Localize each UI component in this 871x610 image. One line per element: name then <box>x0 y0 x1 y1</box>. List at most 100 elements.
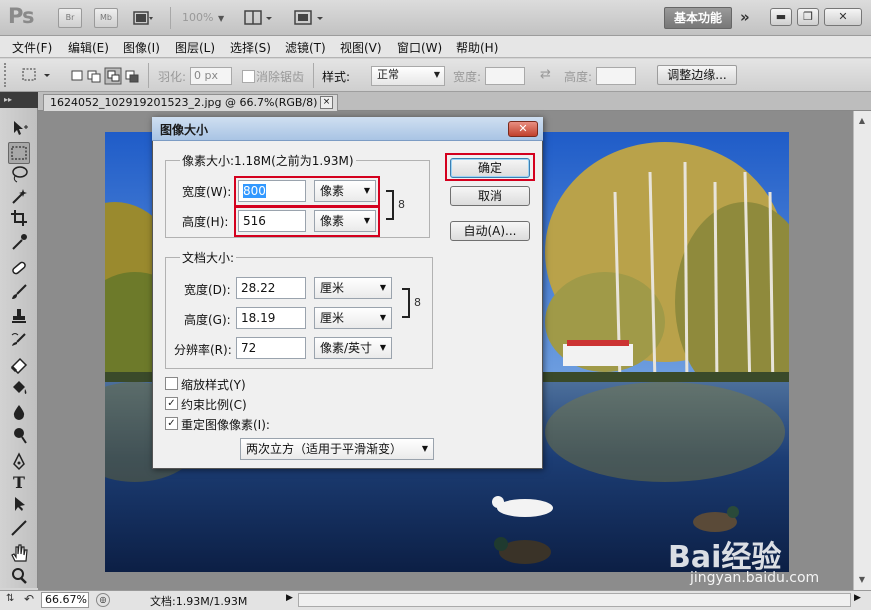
vertical-scrollbar[interactable] <box>853 111 871 590</box>
selection-mode-group[interactable] <box>70 66 142 89</box>
style-select[interactable]: 正常 ▼ <box>371 66 445 86</box>
pixel-width-unit-select[interactable]: 像素 ▼ <box>314 180 376 202</box>
doc-height-input[interactable]: 18.19 <box>236 307 306 329</box>
rectangular-marquee-tool[interactable] <box>8 142 30 164</box>
bridge-button[interactable]: Br <box>58 8 82 28</box>
clone-stamp-tool[interactable] <box>8 306 30 328</box>
antialias-checkbox[interactable] <box>242 70 255 83</box>
blur-drop-icon <box>13 405 25 420</box>
doc-width-unit-select[interactable]: 厘米 ▼ <box>314 277 392 299</box>
scale-styles-checkbox[interactable] <box>165 377 178 390</box>
menu-filter[interactable]: 滤镜(T) <box>285 39 326 56</box>
line-tool[interactable] <box>8 518 30 540</box>
screen-mode-button[interactable] <box>294 9 326 30</box>
swap-icon[interactable]: ⇄ <box>540 67 551 82</box>
workspace-button[interactable]: 基本功能 <box>664 7 732 29</box>
eraser-tool[interactable] <box>8 354 30 376</box>
crop-tool[interactable] <box>8 208 30 230</box>
type-tool[interactable]: T <box>8 472 30 494</box>
feather-input[interactable]: 0 px <box>190 67 232 85</box>
lasso-tool[interactable] <box>8 164 30 186</box>
menu-layer[interactable]: 图层(L) <box>175 39 215 56</box>
horizontal-scrollbar[interactable] <box>298 593 851 607</box>
arrange-documents-button[interactable] <box>244 9 274 30</box>
move-tool[interactable] <box>8 118 30 140</box>
zoom-field[interactable]: 66.67% <box>41 592 89 608</box>
hand-tool[interactable] <box>8 544 30 566</box>
refine-edge-button[interactable]: 调整边缘... <box>657 65 737 85</box>
pen-tool[interactable] <box>8 452 30 474</box>
minibridge-button[interactable]: Mb <box>94 8 118 28</box>
ok-button[interactable]: 确定 <box>450 158 530 178</box>
height-input[interactable] <box>596 67 636 85</box>
history-brush-tool[interactable] <box>8 330 30 352</box>
resample-method-select[interactable]: 两次立方（适用于平滑渐变） ▼ <box>240 438 434 460</box>
close-window-button[interactable]: ✕ <box>824 8 862 26</box>
menu-edit[interactable]: 编辑(E) <box>68 39 109 56</box>
view-extras-button[interactable] <box>132 9 154 27</box>
zoom-level[interactable]: 100% <box>182 11 213 24</box>
bandage-icon <box>12 261 26 275</box>
menu-window[interactable]: 窗口(W) <box>397 39 442 56</box>
eyedropper-tool[interactable] <box>8 232 30 254</box>
minimize-button[interactable]: ▬ <box>770 8 792 26</box>
menu-file[interactable]: 文件(F) <box>12 39 52 56</box>
undo-icon[interactable]: ↶ <box>24 592 34 606</box>
maximize-button[interactable]: ❐ <box>797 8 819 26</box>
chevron-down-icon: ▼ <box>379 313 386 322</box>
tool-preset-picker[interactable] <box>20 66 56 87</box>
screen-mode-icon <box>294 10 323 25</box>
rotate-view-icon[interactable]: ⇅ <box>6 593 14 604</box>
scroll-up-arrow[interactable]: ▲ <box>855 114 869 128</box>
minimize-icon: ▬ <box>775 10 787 23</box>
status-menu-arrow[interactable]: ▶ <box>286 593 293 603</box>
magnifier-icon <box>12 568 27 584</box>
toolbox-collapse-bar[interactable]: ▸▸ <box>0 92 38 108</box>
blur-tool[interactable] <box>8 402 30 424</box>
auto-button[interactable]: 自动(A)... <box>450 221 530 241</box>
quick-selection-tool[interactable] <box>8 186 30 208</box>
chevron-down-icon[interactable]: ▼ <box>218 14 224 23</box>
status-info-icon[interactable]: ◎ <box>96 593 110 607</box>
scroll-down-arrow[interactable]: ▼ <box>855 573 869 587</box>
paint-bucket-tool[interactable] <box>8 378 30 400</box>
dialog-title-bar[interactable] <box>152 117 543 141</box>
resolution-input[interactable]: 72 <box>236 337 306 359</box>
menu-view[interactable]: 视图(V) <box>340 39 382 56</box>
cancel-button[interactable]: 取消 <box>450 186 530 206</box>
tab-close-button[interactable]: × <box>320 96 333 109</box>
scroll-right-arrow[interactable]: ▶ <box>854 593 861 603</box>
hand-icon <box>11 544 28 562</box>
zoom-tool[interactable] <box>8 566 30 588</box>
brush-tool[interactable] <box>8 282 30 304</box>
menu-help[interactable]: 帮助(H) <box>456 39 498 56</box>
spot-healing-tool[interactable] <box>8 258 30 280</box>
more-workspaces-button[interactable]: » <box>740 8 750 26</box>
doc-height-unit-select[interactable]: 厘米 ▼ <box>314 307 392 329</box>
pixel-width-label: 宽度(W): <box>182 185 232 199</box>
document-info[interactable]: 文档:1.93M/1.93M <box>150 593 247 609</box>
dodge-tool[interactable] <box>8 426 30 448</box>
width-label: 宽度: <box>453 70 482 84</box>
pixel-height-unit-select[interactable]: 像素 ▼ <box>314 210 376 232</box>
stamp-icon <box>12 309 26 323</box>
eyedropper-icon <box>12 234 27 250</box>
pixel-height-input[interactable]: 516 <box>238 210 306 232</box>
film-icon <box>133 11 153 25</box>
close-icon: ✕ <box>838 10 848 23</box>
pixel-width-input[interactable]: 800 <box>238 180 306 202</box>
document-tab[interactable]: 1624052_102919201523_2.jpg @ 66.7%(RGB/8… <box>43 94 338 112</box>
doc-width-input[interactable]: 28.22 <box>236 277 306 299</box>
doc-constrain-bracket <box>402 288 410 318</box>
menu-select[interactable]: 选择(S) <box>230 39 271 56</box>
constrain-proportions-checkbox[interactable]: ✓ <box>165 397 178 410</box>
path-selection-tool[interactable] <box>8 494 30 516</box>
options-grip[interactable] <box>4 63 8 87</box>
selection-mode-icons <box>71 67 139 85</box>
dialog-close-button[interactable]: ✕ <box>508 121 538 137</box>
width-input[interactable] <box>485 67 525 85</box>
resample-image-checkbox[interactable]: ✓ <box>165 417 178 430</box>
menu-image[interactable]: 图像(I) <box>123 39 160 56</box>
resolution-unit-select[interactable]: 像素/英寸 ▼ <box>314 337 392 359</box>
pixel-constrain-bracket <box>386 190 394 220</box>
